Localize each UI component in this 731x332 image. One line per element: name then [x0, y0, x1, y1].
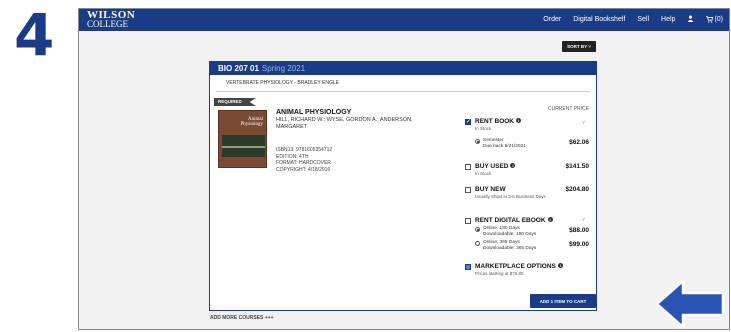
- rent-book-checkbox[interactable]: [465, 118, 471, 125]
- digital-180-label: Online: 180 Days Downloadable: 180 Days: [483, 226, 536, 237]
- info-icon[interactable]: i: [516, 118, 521, 123]
- cover-photo: [222, 135, 265, 157]
- nav-order[interactable]: Order: [543, 16, 561, 23]
- marketplace-price-note: Prices starting at $76.80: [475, 271, 524, 276]
- marketplace-checkbox[interactable]: [465, 264, 471, 270]
- book-meta: ISBN13: 9781605354712 EDITION: 4TH FORMA…: [276, 147, 332, 173]
- option-marketplace: MARKETPLACE OPTIONS i Prices starting at …: [465, 263, 593, 281]
- info-icon[interactable]: i: [557, 263, 563, 268]
- buy-used-price: $141.50: [565, 163, 590, 170]
- add-to-cart-button[interactable]: ADD 1 ITEM TO CART: [530, 294, 596, 308]
- digital-365-label: Online: 365 Days Downloadable: 365 Days: [483, 240, 536, 251]
- rent-semester-radio[interactable]: [475, 139, 480, 144]
- digital-180-sub: Downloadable: 180 Days: [483, 231, 537, 237]
- digital-365-sub: Downloadable: 365 Days: [483, 245, 537, 251]
- user-icon[interactable]: [687, 15, 694, 24]
- book-copyright: COPYRIGHT: 4/18/2016: [276, 166, 331, 173]
- digital-180-price: $88.00: [569, 227, 589, 234]
- step-number: 4: [14, 1, 55, 69]
- cover-title: Animal Physiology: [240, 117, 263, 127]
- site-header: WILSON COLLEGE Order Digital Bookshelf S…: [79, 9, 729, 31]
- book-authors: HILL, RICHARD W.; WYSE, GORDON A.; ANDER…: [276, 117, 413, 130]
- required-badge: REQUIRED: [214, 98, 256, 106]
- rent-book-price: $62.06: [569, 139, 589, 146]
- buy-new-price: $204.80: [565, 186, 590, 193]
- pointer-arrow-icon: [655, 279, 725, 329]
- chevron-down-icon[interactable]: ˅: [582, 217, 585, 223]
- buy-used-stock: In Stock: [475, 171, 492, 176]
- book-cover-image: Animal Physiology: [218, 110, 267, 168]
- digital-365-price: $99.00: [569, 241, 589, 248]
- cart-count: (0): [714, 16, 723, 23]
- rent-due-date: Due back 5/21/2021: [483, 143, 526, 149]
- buy-used-title: BUY USED i: [475, 163, 516, 170]
- college-logo[interactable]: WILSON COLLEGE: [87, 10, 135, 29]
- book-format: FORMAT: HARDCOVER: [276, 160, 331, 166]
- course-term: Spring 2021: [261, 64, 306, 73]
- nav-digital-bookshelf[interactable]: Digital Bookshelf: [573, 16, 625, 23]
- marketplace-title: MARKETPLACE OPTIONS i: [475, 263, 563, 270]
- buy-new-title: BUY NEW: [475, 186, 506, 193]
- option-buy-new: BUY NEW Usually Ships in 3-5 Business Da…: [465, 186, 593, 214]
- digital-365-radio[interactable]: [475, 241, 480, 246]
- logo-line-2: COLLEGE: [87, 19, 128, 29]
- buy-new-checkbox[interactable]: [465, 187, 471, 193]
- book-title: ANIMAL PHYSIOLOGY: [276, 109, 352, 116]
- chevron-down-icon[interactable]: ˅: [582, 120, 585, 126]
- course-code: BIO 207 01: [218, 64, 259, 73]
- digital-ebook-checkbox[interactable]: [465, 218, 471, 224]
- book-isbn: ISBN13: 9781605354712: [276, 147, 333, 153]
- add-more-courses-link[interactable]: ADD MORE COURSES +++: [210, 315, 274, 321]
- browser-screenshot-frame: WILSON COLLEGE Order Digital Bookshelf S…: [78, 8, 730, 330]
- course-panel: BIO 207 01 Spring 2021 VERTEBRATE PHYSIOL…: [209, 61, 597, 311]
- nav-help[interactable]: Help: [661, 16, 675, 23]
- current-price-label: CURRENT PRICE: [547, 106, 589, 112]
- rent-book-title: RENT BOOK i: [475, 118, 521, 125]
- rent-semester-label: Semester Due back 5/21/2021: [483, 138, 526, 149]
- option-rent-book: RENT BOOKi In Stock ˅ Semester Due back …: [465, 118, 593, 160]
- tutorial-stage: 4 WILSON COLLEGE Order Digital Bookshelf…: [0, 0, 731, 332]
- cart-button[interactable]: (0): [706, 16, 723, 23]
- course-header: BIO 207 01 Spring 2021: [210, 62, 596, 75]
- info-icon[interactable]: i: [510, 163, 516, 168]
- option-buy-used: BUY USED i In Stock $141.50: [465, 163, 593, 181]
- digital-180-radio[interactable]: [475, 227, 480, 232]
- buy-new-shipping: Usually Ships in 3-5 Business Days: [475, 194, 546, 199]
- buy-used-checkbox[interactable]: [465, 164, 471, 170]
- course-subtitle: VERTEBRATE PHYSIOLOGY - BRADLEY ENGLE: [216, 75, 590, 92]
- digital-ebook-title: RENT DIGITAL EBOOK i: [475, 217, 553, 224]
- cart-icon: [706, 16, 714, 23]
- info-icon[interactable]: i: [547, 217, 553, 222]
- rent-book-stock: In Stock: [475, 126, 492, 131]
- option-rent-digital-ebook: RENT DIGITAL EBOOK i ˅ Online: 180 Days D…: [465, 217, 593, 259]
- sort-by-button[interactable]: SORT BY ˅: [562, 41, 596, 52]
- nav-sell[interactable]: Sell: [637, 16, 649, 23]
- top-nav: Order Digital Bookshelf Sell Help (0): [543, 15, 723, 24]
- cover-title-line-2: Physiology: [240, 122, 263, 127]
